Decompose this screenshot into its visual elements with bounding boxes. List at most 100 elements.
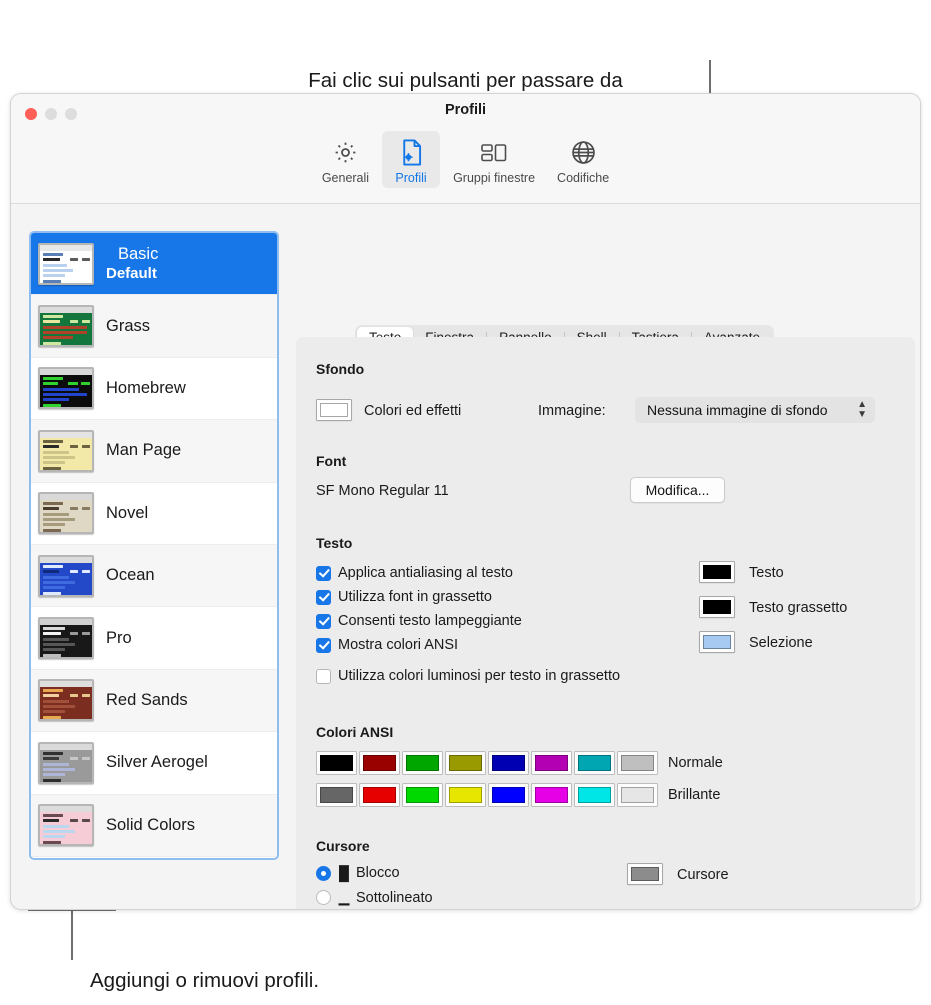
- bottom-callout-caption: Aggiungi o rimuovi profili.: [90, 969, 320, 992]
- list-item[interactable]: Man Page: [31, 420, 277, 483]
- profile-thumbnail: [38, 367, 94, 410]
- profile-thumbnail: [38, 679, 94, 722]
- list-item[interactable]: Silver Aerogel: [31, 732, 277, 795]
- checkbox-label: Consenti testo lampeggiante: [338, 613, 522, 629]
- profile-thumbnail: [38, 554, 94, 597]
- text-color-label: Testo: [749, 565, 784, 581]
- checkbox-box: [316, 637, 331, 653]
- profile-name: Pro: [106, 628, 132, 647]
- ansi-bright-swatch-2[interactable]: [402, 783, 443, 807]
- radio-label: Blocco: [356, 865, 400, 881]
- window-title: Profili: [444, 102, 487, 118]
- profile-name: Man Page: [106, 441, 182, 460]
- list-item[interactable]: Red Sands: [31, 669, 277, 733]
- toolbar-item-generali[interactable]: Generali: [313, 131, 378, 188]
- ansi-normal-swatch-5[interactable]: [531, 751, 572, 775]
- bold-text-color-well[interactable]: [699, 596, 735, 618]
- checkbox-ansi-colors[interactable]: Mostra colori ANSI: [316, 637, 458, 653]
- background-image-value: Nessuna immagine di sfondo: [647, 402, 828, 418]
- list-item[interactable]: Ocean: [31, 544, 277, 608]
- window-titlebar: Profili Generali Profili Gruppi finestre…: [11, 94, 920, 204]
- ansi-bright-swatch-0[interactable]: [316, 783, 357, 807]
- checkbox-box: [316, 613, 331, 629]
- background-image-select[interactable]: Nessuna immagine di sfondo ▲ ▼: [635, 397, 875, 423]
- cursor-color-label: Cursore: [677, 867, 729, 883]
- list-item[interactable]: Solid Colors: [31, 794, 277, 857]
- ansi-bright-swatch-1[interactable]: [359, 783, 400, 807]
- ansi-bright-swatch-5[interactable]: [531, 783, 572, 807]
- ansi-normal-swatch-7[interactable]: [617, 751, 658, 775]
- toolbar-item-codifiche[interactable]: Codifiche: [548, 131, 618, 188]
- profile-name: Solid Colors: [106, 815, 195, 834]
- ansi-normal-label: Normale: [668, 755, 723, 771]
- checkbox-blinking-text[interactable]: Consenti testo lampeggiante: [316, 613, 522, 629]
- ansi-normal-swatch-3[interactable]: [445, 751, 486, 775]
- profile-doc-icon: [398, 136, 425, 169]
- settings-pane: Sfondo Colori ed effetti Immagine: Nessu…: [296, 337, 915, 909]
- checkbox-label: Utilizza font in grassetto: [338, 589, 492, 605]
- bold-text-color-label: Testo grassetto: [749, 600, 848, 616]
- checkbox-bold-font[interactable]: Utilizza font in grassetto: [316, 589, 492, 605]
- section-title-cursore: Cursore: [316, 838, 370, 854]
- toolbar-item-label: Generali: [321, 171, 370, 185]
- radio-cursor-underline[interactable]: ▁ Sottolineato: [316, 889, 433, 906]
- profile-name: Ocean: [106, 566, 155, 585]
- ansi-bright-swatch-4[interactable]: [488, 783, 529, 807]
- checkbox-box: [316, 589, 331, 605]
- checkbox-label: Applica antialiasing al testo: [338, 565, 513, 581]
- toolbar-item-gruppi-finestre[interactable]: Gruppi finestre: [444, 131, 544, 188]
- ansi-normal-swatch-1[interactable]: [359, 751, 400, 775]
- checkbox-bright-bold-colors[interactable]: Utilizza colori luminosi per testo in gr…: [316, 668, 620, 684]
- profile-thumbnail: [38, 617, 94, 660]
- list-item[interactable]: Homebrew: [31, 358, 277, 421]
- selection-color-well[interactable]: [699, 631, 735, 653]
- radio-label: Sottolineato: [356, 889, 433, 906]
- ansi-bright-swatch-6[interactable]: [574, 783, 615, 807]
- top-callout-line1: Fai clic sui pulsanti per passare da: [308, 69, 623, 92]
- background-color-label: Colori ed effetti: [364, 403, 462, 419]
- checkbox-label: Mostra colori ANSI: [338, 637, 459, 653]
- section-title-colori-ansi: Colori ANSI: [316, 724, 394, 740]
- profile-name: Grass: [106, 316, 151, 335]
- checkbox-antialias[interactable]: Applica antialiasing al testo: [316, 565, 513, 581]
- ansi-bright-swatch-7[interactable]: [617, 783, 658, 807]
- ansi-bright-swatch-3[interactable]: [445, 783, 486, 807]
- ansi-normal-swatch-2[interactable]: [402, 751, 443, 775]
- text-color-well[interactable]: [699, 561, 735, 583]
- list-item[interactable]: Basic Default: [31, 233, 277, 296]
- profiles-list[interactable]: Basic Default Grass Homebrew Man Page No…: [29, 231, 279, 860]
- cursor-color-well[interactable]: [627, 863, 663, 885]
- ansi-normal-swatch-4[interactable]: [488, 751, 529, 775]
- background-color-well[interactable]: [316, 399, 352, 421]
- change-font-button[interactable]: Modifica...: [630, 477, 725, 503]
- profile-name: Novel: [106, 503, 149, 522]
- list-item[interactable]: Pro: [31, 607, 277, 670]
- profile-name: Silver Aerogel: [106, 753, 208, 772]
- profile-thumbnail: [38, 741, 94, 784]
- profile-thumbnail: [38, 804, 94, 847]
- preferences-window: Profili Generali Profili Gruppi finestre…: [10, 93, 921, 910]
- radio-cursor-block[interactable]: █ Blocco: [316, 865, 400, 881]
- profile-name: Red Sands: [106, 690, 188, 709]
- ansi-normal-swatch-0[interactable]: [316, 751, 357, 775]
- radio-button: [316, 890, 331, 905]
- section-title-testo: Testo: [316, 535, 353, 551]
- window-groups-icon: [479, 136, 509, 169]
- profile-thumbnail: [38, 305, 94, 348]
- list-item[interactable]: Novel: [31, 483, 277, 545]
- bottom-callout-stem: [71, 909, 73, 960]
- profile-name: Homebrew: [106, 378, 186, 397]
- toolbar-item-label: Codifiche: [557, 171, 610, 185]
- list-item[interactable]: Grass: [31, 295, 277, 358]
- checkbox-label: Utilizza colori luminosi per testo in gr…: [338, 668, 621, 684]
- checkbox-box: [316, 565, 331, 581]
- toolbar-item-profili[interactable]: Profili: [382, 131, 441, 188]
- ansi-normal-swatch-6[interactable]: [574, 751, 615, 775]
- font-value: SF Mono Regular 11: [316, 483, 449, 499]
- section-title-font: Font: [316, 453, 347, 469]
- profile-thumbnail: [38, 492, 94, 535]
- checkbox-box: [316, 668, 331, 684]
- gear-icon: [332, 136, 359, 169]
- profile-thumbnail: [38, 242, 94, 285]
- background-image-label: Immagine:: [538, 403, 606, 419]
